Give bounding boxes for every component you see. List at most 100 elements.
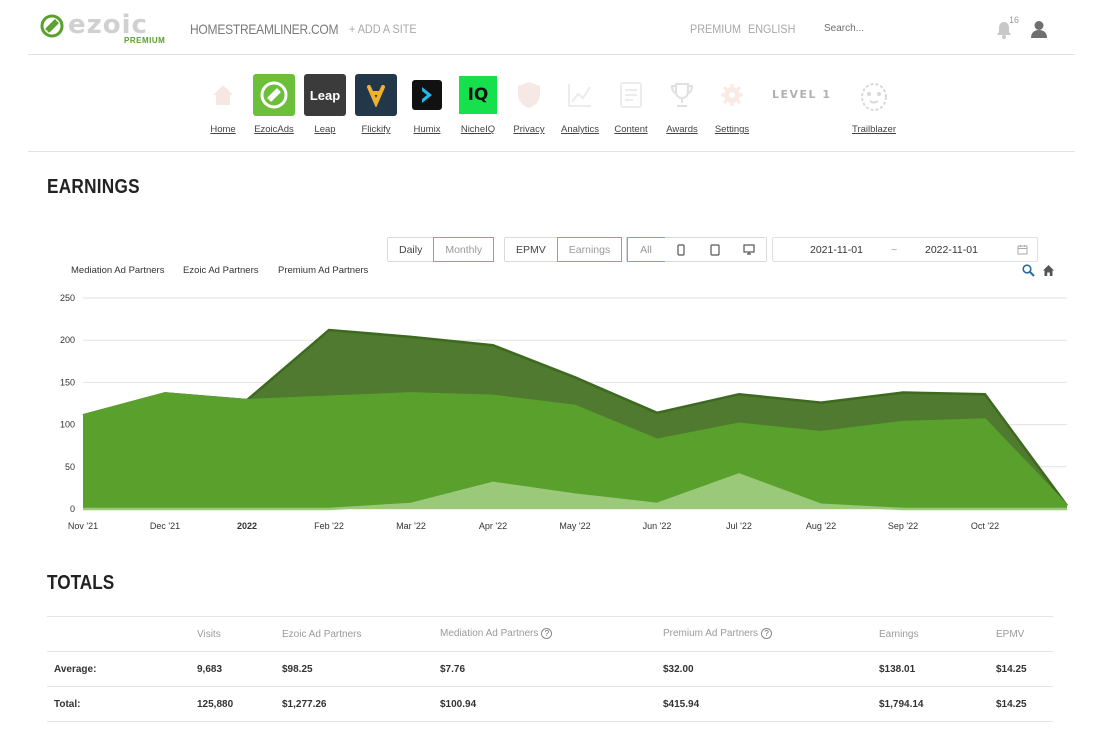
premium-cell: $415.94 bbox=[663, 686, 879, 722]
nav-analytics[interactable]: Analytics bbox=[552, 74, 608, 135]
mobile-button[interactable] bbox=[664, 238, 698, 261]
nav-label: Trailblazer bbox=[852, 124, 896, 135]
help-icon[interactable]: ? bbox=[761, 628, 773, 640]
column-header: EPMV bbox=[996, 616, 1053, 652]
totals-header-row: Visits Ezoic Ad Partners Mediation Ad Pa… bbox=[47, 616, 1053, 652]
mascot-icon bbox=[861, 83, 887, 111]
earnings-cell: $1,794.14 bbox=[879, 686, 996, 722]
zoom-icon[interactable] bbox=[1022, 264, 1035, 277]
x-tick-label: Aug '22 bbox=[806, 521, 836, 531]
daily-button[interactable]: Daily bbox=[388, 238, 434, 261]
monthly-button[interactable]: Monthly bbox=[433, 237, 495, 262]
nav-leap[interactable]: Leap Leap bbox=[297, 74, 353, 135]
add-site-link[interactable]: + ADD A SITE bbox=[349, 22, 417, 36]
all-devices-button[interactable]: All bbox=[627, 237, 665, 262]
x-tick-label: Apr '22 bbox=[479, 521, 507, 531]
nav-awards[interactable]: Awards bbox=[654, 74, 710, 135]
nav-label: Content bbox=[614, 124, 648, 135]
ezoic-cell: $1,277.26 bbox=[282, 686, 440, 722]
nav-home[interactable]: Home bbox=[195, 74, 251, 135]
ezoic-cell: $98.25 bbox=[282, 651, 440, 687]
tablet-button[interactable] bbox=[698, 238, 732, 261]
column-header: Premium Ad Partners bbox=[663, 628, 759, 640]
totals-title: TOTALS bbox=[47, 572, 115, 594]
settings-tile bbox=[711, 74, 753, 116]
humix-chevron bbox=[422, 87, 432, 103]
mediation-cell: $7.76 bbox=[440, 651, 663, 687]
x-tick-label: Feb '22 bbox=[314, 521, 344, 531]
device-toggle: All bbox=[626, 237, 767, 262]
ezoic-logo-icon bbox=[40, 14, 64, 38]
legend-ezoic[interactable]: Ezoic Ad Partners bbox=[183, 265, 259, 276]
level-indicator: LEVEL 1 bbox=[772, 88, 832, 101]
logo-premium-label: PREMIUM bbox=[124, 36, 166, 45]
nav-settings[interactable]: Settings bbox=[704, 74, 760, 135]
premium-link[interactable]: PREMIUM bbox=[690, 22, 741, 36]
visits-cell: 9,683 bbox=[197, 651, 282, 687]
column-header: Ezoic Ad Partners bbox=[282, 616, 440, 652]
notification-count: 16 bbox=[1009, 15, 1020, 25]
line-chart-icon bbox=[568, 84, 591, 107]
nav-trailblazer[interactable]: Trailblazer bbox=[846, 74, 902, 135]
legend-mediation[interactable]: Mediation Ad Partners bbox=[71, 265, 164, 276]
earnings-cell: $138.01 bbox=[879, 651, 996, 687]
x-tick-label: 2022 bbox=[237, 521, 257, 531]
nav-label: Flickify bbox=[361, 124, 391, 135]
table-row: Total: 125,880 $1,277.26 $100.94 $415.94… bbox=[47, 686, 1053, 722]
earnings-button[interactable]: Earnings bbox=[556, 237, 623, 262]
search-input[interactable] bbox=[824, 23, 954, 34]
desktop-button[interactable] bbox=[732, 238, 766, 261]
nav-label: Awards bbox=[666, 124, 698, 135]
nav-label: EzoicAds bbox=[254, 124, 294, 135]
x-tick-label: Jun '22 bbox=[643, 521, 672, 531]
ezoic-logo[interactable]: ezoic PREMIUM bbox=[40, 10, 165, 48]
legend-premium[interactable]: Premium Ad Partners bbox=[278, 265, 368, 276]
date-range-picker[interactable]: 2021-11-01 ~ 2022-11-01 bbox=[772, 237, 1038, 262]
epmv-cell: $14.25 bbox=[996, 651, 1053, 687]
ezoicads-tile bbox=[253, 74, 295, 116]
nicheiq-logo-icon: IQ bbox=[457, 74, 499, 116]
nav-label: Settings bbox=[714, 124, 750, 135]
nav-label: Analytics bbox=[560, 124, 599, 135]
x-tick-label: Jul '22 bbox=[726, 521, 752, 531]
gear-icon bbox=[721, 84, 743, 106]
trophy-icon bbox=[670, 83, 694, 107]
earnings-title: EARNINGS bbox=[47, 176, 140, 198]
nav-ezoicads[interactable]: EzoicAds bbox=[246, 74, 302, 135]
top-header: ezoic PREMIUM HOMESTREAMLINER.COM + ADD … bbox=[28, 0, 1075, 55]
privacy-tile bbox=[508, 74, 550, 116]
x-tick-label: Dec '21 bbox=[150, 521, 180, 531]
x-tick-label: May '22 bbox=[559, 521, 590, 531]
help-icon[interactable]: ? bbox=[541, 628, 553, 640]
column-header-mediation: Mediation Ad Partners? bbox=[440, 616, 663, 652]
x-tick-label: Mar '22 bbox=[396, 521, 426, 531]
user-icon[interactable] bbox=[1030, 20, 1048, 38]
start-date[interactable]: 2021-11-01 bbox=[810, 244, 863, 256]
nav-content[interactable]: Content bbox=[603, 74, 659, 135]
y-tick-label: 200 bbox=[60, 335, 75, 345]
premium-cell: $32.00 bbox=[663, 651, 879, 687]
nav-flickify[interactable]: Flickify bbox=[348, 74, 404, 135]
epmv-button[interactable]: EPMV bbox=[505, 238, 557, 261]
nav-nicheiq[interactable]: IQ NicheIQ bbox=[450, 74, 506, 135]
visits-cell: 125,880 bbox=[197, 686, 282, 722]
analytics-tile bbox=[559, 74, 601, 116]
apps-nav: Home EzoicAds Leap Leap Flickify Humix I… bbox=[28, 56, 1075, 152]
nav-humix[interactable]: Humix bbox=[399, 74, 455, 135]
document-icon bbox=[620, 82, 642, 108]
epmv-cell: $14.25 bbox=[996, 686, 1053, 722]
nav-privacy[interactable]: Privacy bbox=[501, 74, 557, 135]
site-selector[interactable]: HOMESTREAMLINER.COM bbox=[190, 21, 339, 37]
flickify-logo-icon bbox=[355, 74, 397, 116]
language-selector[interactable]: ENGLISH bbox=[748, 22, 795, 36]
column-header: Visits bbox=[197, 616, 282, 652]
nav-label: Humix bbox=[413, 124, 441, 135]
column-header-premium: Premium Ad Partners? bbox=[663, 616, 879, 652]
calendar-icon bbox=[1017, 245, 1028, 255]
nav-label: Leap bbox=[314, 124, 336, 135]
x-tick-label: Oct '22 bbox=[971, 521, 999, 531]
end-date[interactable]: 2022-11-01 bbox=[925, 244, 978, 256]
period-toggle: Daily Monthly bbox=[387, 237, 495, 262]
row-label: Average: bbox=[47, 651, 197, 687]
reset-zoom-home-icon[interactable] bbox=[1042, 264, 1055, 277]
